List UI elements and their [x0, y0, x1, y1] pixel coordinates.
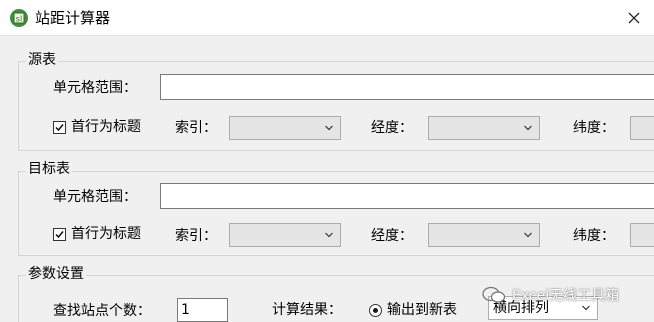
target-lon-dropdown[interactable] [428, 223, 540, 247]
source-header-checkbox[interactable] [53, 121, 66, 134]
count-input[interactable]: 1 [177, 298, 228, 322]
target-lat-label: 纬度： [573, 228, 615, 244]
target-index-dropdown[interactable] [229, 223, 341, 247]
title-bar: sl 站距计算器 [0, 0, 654, 36]
target-group-title: 目标表 [26, 160, 72, 178]
chevron-down-icon [325, 125, 333, 131]
source-lat-label: 纬度： [573, 120, 615, 136]
watermark: Excel无线工具箱 [482, 284, 619, 306]
target-index-label: 索引： [175, 228, 217, 244]
source-range-label: 单元格范围： [53, 80, 137, 96]
target-lat-dropdown[interactable] [630, 223, 654, 247]
source-lon-label: 经度： [371, 120, 413, 136]
check-icon [55, 231, 64, 239]
source-header-checkbox-label: 首行为标题 [71, 119, 141, 135]
params-group-title: 参数设置 [26, 265, 86, 283]
count-label: 查找站点个数： [53, 303, 151, 319]
target-lon-label: 经度： [371, 228, 413, 244]
source-index-dropdown[interactable] [229, 116, 341, 140]
watermark-text: Excel无线工具箱 [512, 288, 620, 304]
source-index-label: 索引： [175, 120, 217, 136]
source-lat-dropdown[interactable] [630, 116, 654, 140]
target-header-checkbox[interactable] [53, 228, 66, 241]
target-header-checkbox-label: 首行为标题 [71, 226, 141, 242]
chevron-down-icon [325, 232, 333, 238]
close-icon [628, 12, 640, 24]
chevron-down-icon [524, 232, 532, 238]
output-new-sheet-radio[interactable] [369, 304, 382, 317]
window-title: 站距计算器 [35, 9, 111, 27]
output-new-sheet-label: 输出到新表 [387, 302, 457, 318]
app-icon: sl [10, 9, 28, 27]
source-group-title: 源表 [26, 51, 58, 69]
check-icon [55, 124, 64, 132]
chevron-down-icon [524, 125, 532, 131]
svg-text:sl: sl [16, 15, 22, 24]
wechat-icon [482, 286, 506, 303]
source-range-input[interactable] [160, 74, 654, 100]
result-label: 计算结果： [272, 302, 342, 318]
target-range-input[interactable] [160, 183, 654, 209]
close-button[interactable] [614, 0, 654, 36]
source-lon-dropdown[interactable] [428, 116, 540, 140]
target-range-label: 单元格范围： [53, 189, 137, 205]
